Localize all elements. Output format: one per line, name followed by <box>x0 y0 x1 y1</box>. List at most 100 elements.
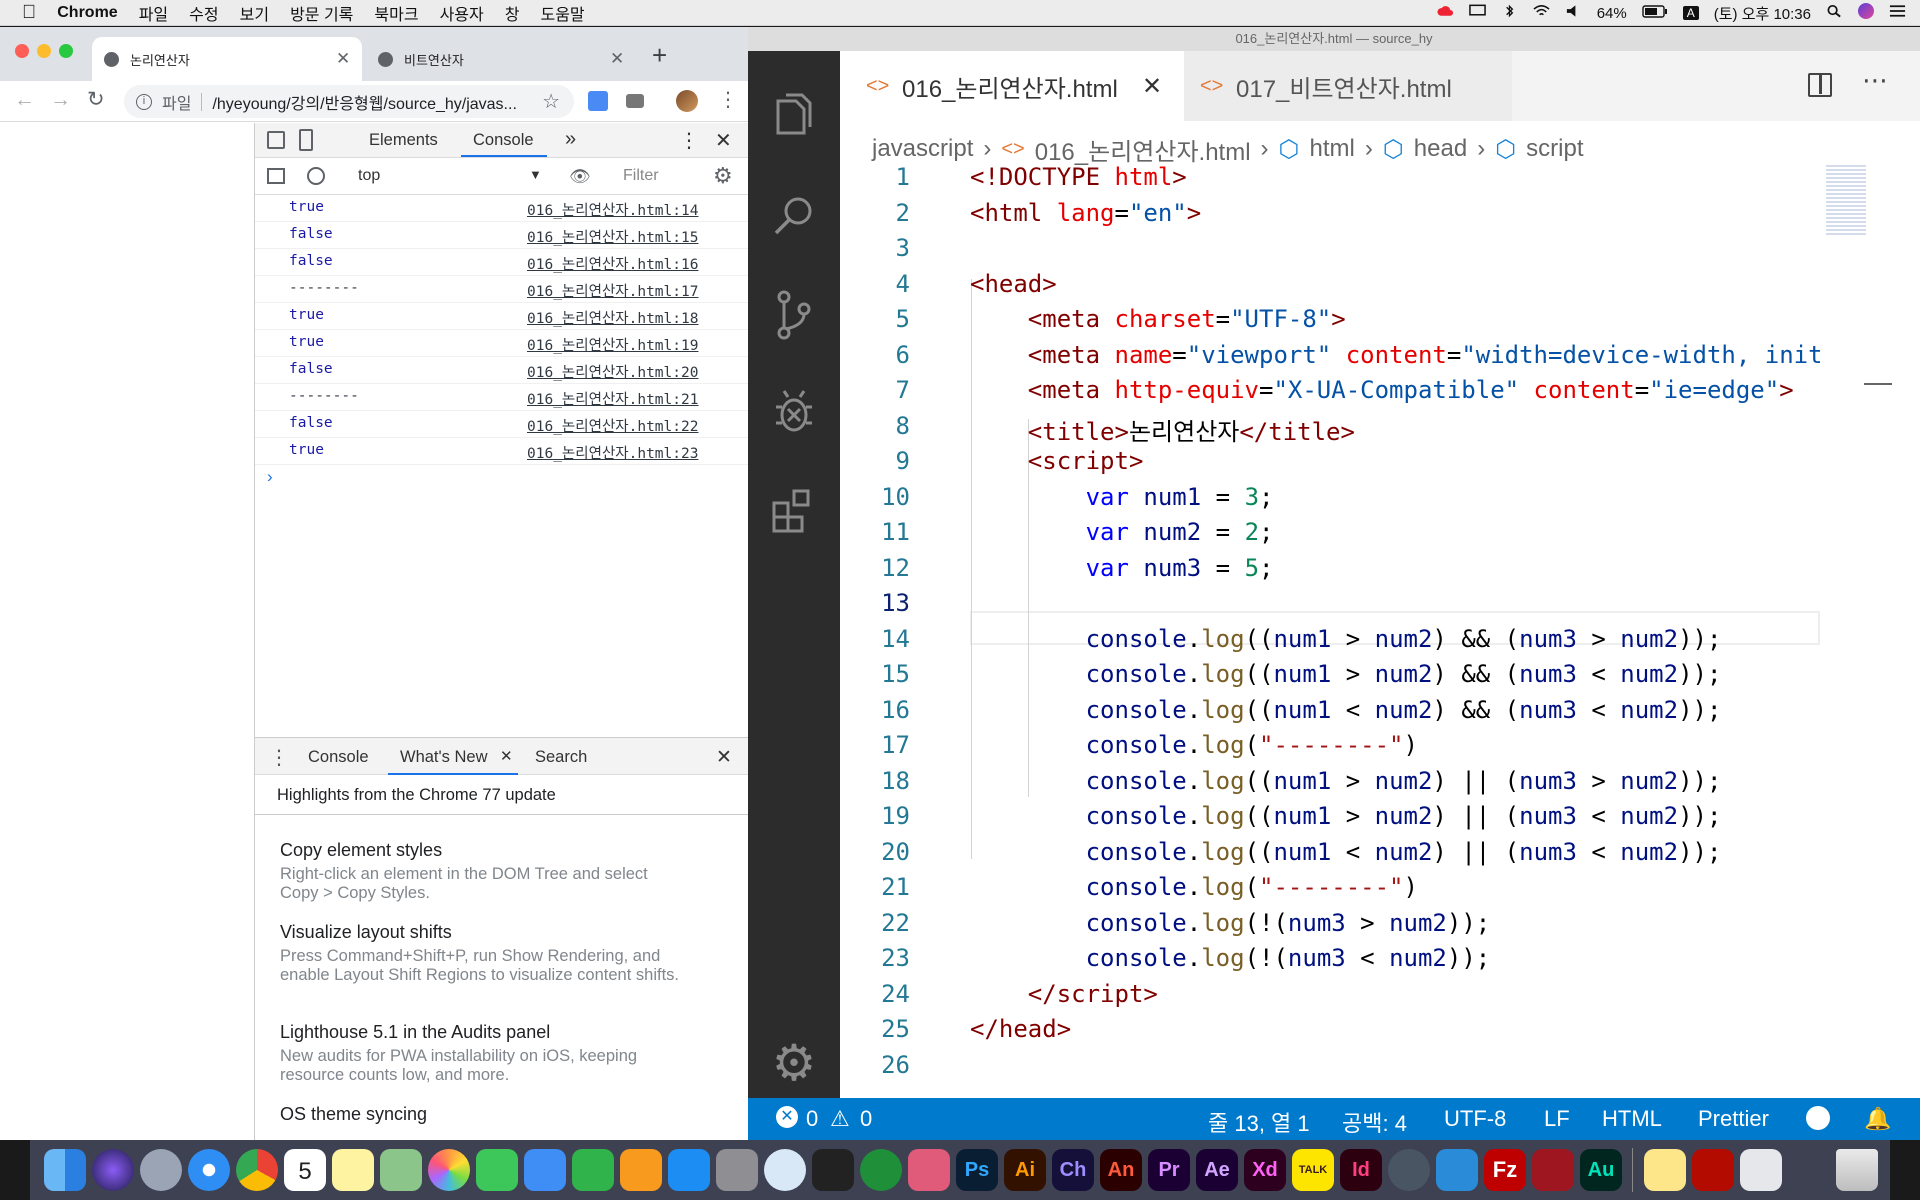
breadcrumb-folder[interactable]: javascript <box>872 135 973 163</box>
gear-icon[interactable]: ⚙ <box>764 1033 824 1093</box>
animate-icon[interactable]: An <box>1100 1149 1142 1191</box>
explorer-icon[interactable] <box>764 87 824 147</box>
gear-icon[interactable]: ⚙ <box>713 163 733 189</box>
feature-title[interactable]: Copy element styles <box>280 840 442 861</box>
camera-extension-icon[interactable] <box>626 94 644 108</box>
log-source-link[interactable]: 016_논리연산자.html:14 <box>527 199 698 220</box>
breadcrumb-html[interactable]: html <box>1310 135 1355 163</box>
eye-icon[interactable]: 👁 <box>569 167 591 187</box>
terminal-icon[interactable] <box>812 1149 854 1191</box>
tab-console[interactable]: Console <box>473 131 534 150</box>
menu-window[interactable]: 창 <box>505 1 520 25</box>
chevron-down-icon[interactable]: ▼ <box>529 167 542 182</box>
error-icon[interactable]: ✕ <box>776 1106 798 1128</box>
context-selector[interactable]: top <box>358 167 380 185</box>
menubar-app-name[interactable]: Chrome <box>57 4 117 22</box>
address-bar[interactable]: i 파일 /hyeyoung/강의/반응형웹/source_hy/javas..… <box>124 85 574 118</box>
drawer-tab-whats-new[interactable]: What's New <box>400 748 488 767</box>
feature-title[interactable]: OS theme syncing <box>280 1104 427 1125</box>
system-preferences-icon[interactable] <box>716 1149 758 1191</box>
close-icon[interactable]: ✕ <box>500 747 513 765</box>
notes-app-icon[interactable] <box>908 1149 950 1191</box>
browser-tab[interactable]: 비트연산자 ✕ <box>368 37 638 81</box>
menu-bookmarks[interactable]: 북마크 <box>374 1 418 25</box>
breadcrumb-file[interactable]: 016_논리연산자.html <box>1035 132 1251 167</box>
safari-icon[interactable] <box>188 1149 230 1191</box>
vscode-icon[interactable] <box>1436 1149 1478 1191</box>
window-minimize-button[interactable] <box>37 44 51 58</box>
feedback-smiley-icon[interactable] <box>1806 1106 1830 1130</box>
volume-icon[interactable] <box>1565 4 1582 22</box>
notification-center-icon[interactable] <box>1889 4 1906 22</box>
numbers-icon[interactable] <box>572 1149 614 1191</box>
error-count[interactable]: 0 <box>806 1106 818 1132</box>
menu-view[interactable]: 보기 <box>240 1 269 25</box>
stickies-icon[interactable] <box>1644 1149 1686 1191</box>
after-effects-icon[interactable]: Ae <box>1196 1149 1238 1191</box>
launchpad-icon[interactable] <box>140 1149 182 1191</box>
log-source-link[interactable]: 016_논리연산자.html:16 <box>527 253 698 274</box>
tab-elements[interactable]: Elements <box>369 131 438 150</box>
editor-tab-active[interactable]: <> 016_논리연산자.html ✕ <box>840 51 1184 121</box>
apple-menu-icon[interactable]:  <box>22 2 36 24</box>
filezilla-icon[interactable]: Fz <box>1484 1149 1526 1191</box>
spotlight-icon[interactable] <box>1826 4 1843 22</box>
translate-extension-icon[interactable] <box>588 91 608 111</box>
console-prompt[interactable]: › <box>267 467 273 487</box>
app-store-icon[interactable] <box>668 1149 710 1191</box>
back-arrow-icon[interactable]: ← <box>14 88 35 112</box>
breadcrumb-head[interactable]: head <box>1414 135 1467 163</box>
encoding[interactable]: UTF-8 <box>1444 1106 1506 1132</box>
finder-icon[interactable] <box>44 1149 86 1191</box>
window-zoom-button[interactable] <box>59 44 73 58</box>
siri-icon[interactable] <box>1858 3 1874 23</box>
menu-people[interactable]: 사용자 <box>440 1 484 25</box>
warning-icon[interactable]: ⚠ <box>830 1106 850 1132</box>
device-toolbar-icon[interactable] <box>299 129 313 151</box>
menu-file[interactable]: 파일 <box>139 1 168 25</box>
log-source-link[interactable]: 016_논리연산자.html:22 <box>527 415 698 436</box>
debug-icon[interactable] <box>764 383 824 443</box>
bell-icon[interactable]: 🔔 <box>1864 1106 1891 1132</box>
creative-cloud-icon[interactable] <box>1437 4 1454 22</box>
forward-arrow-icon[interactable]: → <box>50 88 71 112</box>
maps-icon[interactable] <box>380 1149 422 1191</box>
log-source-link[interactable]: 016_논리연산자.html:18 <box>527 307 698 328</box>
trash-icon[interactable] <box>1836 1149 1878 1191</box>
minimap[interactable] <box>1820 163 1920 1098</box>
audition-icon[interactable]: Au <box>1580 1149 1622 1191</box>
close-icon[interactable]: ✕ <box>715 128 732 153</box>
log-source-link[interactable]: 016_논리연산자.html:17 <box>527 280 698 301</box>
search-icon[interactable] <box>764 187 824 247</box>
siri-icon[interactable] <box>92 1149 134 1191</box>
log-source-link[interactable]: 016_논리연산자.html:15 <box>527 226 698 247</box>
screenshot-app-icon[interactable] <box>1388 1149 1430 1191</box>
illustrator-icon[interactable]: Ai <box>1004 1149 1046 1191</box>
documents-folder-icon[interactable] <box>1740 1149 1782 1191</box>
sourcetree-icon[interactable] <box>764 1149 806 1191</box>
more-tabs-button[interactable]: » <box>565 128 576 151</box>
split-editor-icon[interactable] <box>1808 73 1832 97</box>
close-icon[interactable]: ✕ <box>336 49 350 69</box>
language-mode[interactable]: HTML <box>1602 1106 1662 1132</box>
close-icon[interactable]: ✕ <box>1142 72 1162 101</box>
filter-input[interactable]: Filter <box>623 167 659 185</box>
photos-icon[interactable] <box>428 1149 470 1191</box>
close-icon[interactable]: ✕ <box>716 746 732 769</box>
indentation[interactable]: 공백: 4 <box>1342 1106 1407 1138</box>
new-tab-button[interactable]: + <box>652 40 667 71</box>
code-editor[interactable]: 1 <!DOCTYPE html> 2 <html lang="en"> 3 4… <box>840 163 1820 1098</box>
input-source-indicator[interactable]: A <box>1682 6 1699 20</box>
acrobat-icon[interactable] <box>1692 1149 1734 1191</box>
reload-icon[interactable]: ↻ <box>87 87 105 112</box>
menu-history[interactable]: 방문 기록 <box>290 1 353 25</box>
facetime-icon[interactable] <box>476 1149 518 1191</box>
formatter[interactable]: Prettier <box>1698 1106 1769 1132</box>
kakaotalk-icon[interactable]: TALK <box>1292 1149 1334 1191</box>
battery-icon[interactable] <box>1642 4 1668 22</box>
feature-title[interactable]: Visualize layout shifts <box>280 922 452 943</box>
window-close-button[interactable] <box>15 44 29 58</box>
warning-count[interactable]: 0 <box>860 1106 872 1132</box>
premiere-icon[interactable]: Pr <box>1148 1149 1190 1191</box>
drawer-tab-search[interactable]: Search <box>535 748 587 767</box>
